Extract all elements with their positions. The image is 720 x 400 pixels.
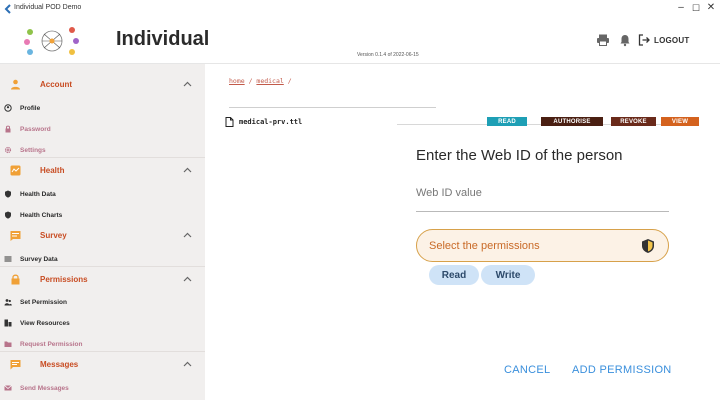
sidebar-item-password[interactable]: Password <box>0 121 205 137</box>
logout-label: LOGOUT <box>654 35 690 45</box>
lock-icon <box>11 274 20 284</box>
sidebar-section-survey[interactable]: Survey <box>0 224 205 246</box>
file-row[interactable]: medical-prv.ttl <box>225 117 302 127</box>
sidebar-item-health-charts[interactable]: Health Charts <box>0 207 205 223</box>
file-name: medical-prv.ttl <box>239 118 303 126</box>
sidebar-item-send-messages[interactable]: Send Messages <box>0 380 205 396</box>
mail-icon <box>4 385 12 391</box>
sidebar-section-label: Survey <box>40 230 67 240</box>
permissions-select[interactable]: Select the permissions <box>416 229 669 262</box>
sidebar-item-label: Password <box>20 125 51 133</box>
revoke-button[interactable]: REVOKE <box>611 117 656 126</box>
sidebar-section-health[interactable]: Health <box>0 159 205 181</box>
dialog-title: Enter the Web ID of the person <box>416 147 623 164</box>
read-permission-chip[interactable]: Read <box>429 265 479 285</box>
sidebar-divider <box>0 351 205 352</box>
bell-icon[interactable] <box>618 33 632 47</box>
logout-button[interactable]: LOGOUT <box>638 34 689 46</box>
sidebar-item-label: Set Permission <box>20 298 67 306</box>
sidebar-item-label: View Resources <box>20 319 70 327</box>
sidebar-item-label: Profile <box>20 104 41 112</box>
add-permission-button[interactable]: ADD PERMISSION <box>572 364 672 376</box>
shield-icon <box>5 190 11 198</box>
profile-icon <box>4 104 12 112</box>
app-name: Individual <box>116 28 210 50</box>
sidebar-section-label: Health <box>40 165 65 175</box>
cancel-button[interactable]: CANCEL <box>504 364 550 376</box>
sidebar-section-label: Account <box>40 79 72 89</box>
shield-icon <box>642 239 654 253</box>
sidebar-item-survey-data[interactable]: Survey Data <box>0 251 205 267</box>
breadcrumb-separator: / <box>283 77 292 85</box>
window-title: Individual POD Demo <box>14 4 82 11</box>
sidebar: Account Profile Password Settings Health… <box>0 64 205 400</box>
sidebar-item-label: Request Permission <box>20 340 83 348</box>
logout-icon <box>638 34 650 46</box>
read-button[interactable]: READ <box>487 117 527 126</box>
resources-icon <box>4 319 12 327</box>
app-back-icon <box>4 4 11 14</box>
gear-icon <box>4 146 12 154</box>
breadcrumb-divider <box>229 107 436 108</box>
chevron-up-icon[interactable] <box>183 81 192 87</box>
sidebar-item-settings[interactable]: Settings <box>0 142 205 158</box>
folder-icon <box>4 341 12 347</box>
print-icon[interactable] <box>596 33 610 47</box>
breadcrumb-medical-link[interactable]: medical <box>256 77 283 85</box>
sidebar-item-view-resources[interactable]: View Resources <box>0 315 205 331</box>
chevron-up-icon[interactable] <box>183 361 192 367</box>
close-button[interactable]: ✕ <box>704 3 718 13</box>
chevron-up-icon[interactable] <box>183 276 192 282</box>
maximize-button[interactable]: ☐ <box>689 3 703 13</box>
window-titlebar: Individual POD Demo – ☐ ✕ <box>0 0 720 18</box>
sidebar-item-label: Settings <box>20 146 46 154</box>
sidebar-item-label: Survey Data <box>20 255 58 263</box>
webid-underline <box>416 211 669 212</box>
webid-input[interactable]: Web ID value <box>416 187 482 199</box>
breadcrumb-home-link[interactable]: home <box>229 77 245 85</box>
lock-icon <box>5 125 11 133</box>
sidebar-item-label: Health Charts <box>20 211 63 219</box>
sidebar-section-permissions[interactable]: Permissions <box>0 268 205 290</box>
chevron-up-icon[interactable] <box>183 232 192 238</box>
sidebar-item-set-permission[interactable]: Set Permission <box>0 294 205 310</box>
list-icon <box>4 256 12 262</box>
authorise-button[interactable]: AUTHORISE <box>541 117 603 126</box>
file-icon <box>225 117 234 127</box>
sidebar-item-request-permission[interactable]: Request Permission <box>0 336 205 352</box>
sidebar-item-label: Send Messages <box>20 384 69 392</box>
sidebar-item-label: Health Data <box>20 190 56 198</box>
sidebar-item-profile[interactable]: Profile <box>0 100 205 116</box>
app-logo <box>24 27 79 55</box>
version-label: Version 0.1.4 of 2022-06-15 <box>357 52 419 58</box>
permissions-select-label: Select the permissions <box>429 239 540 252</box>
person-icon <box>11 79 20 89</box>
health-icon <box>10 165 21 175</box>
sidebar-section-label: Permissions <box>40 274 88 284</box>
main-content: home / medical / medical-prv.ttl READ AU… <box>205 64 720 400</box>
sidebar-divider <box>0 157 205 158</box>
survey-icon <box>10 230 21 241</box>
breadcrumb: home / medical / <box>229 77 292 85</box>
breadcrumb-separator: / <box>244 77 257 85</box>
sidebar-section-account[interactable]: Account <box>0 73 205 95</box>
sidebar-divider <box>0 266 205 267</box>
shield-icon <box>5 211 11 219</box>
sidebar-section-label: Messages <box>40 359 79 369</box>
sidebar-section-messages[interactable]: Messages <box>0 353 205 375</box>
users-icon <box>4 299 12 306</box>
app-header: Individual Version 0.1.4 of 2022-06-15 L… <box>0 18 720 64</box>
message-icon <box>10 359 21 369</box>
view-button[interactable]: VIEW <box>661 117 699 126</box>
sidebar-item-health-data[interactable]: Health Data <box>0 186 205 202</box>
write-permission-chip[interactable]: Write <box>481 265 535 285</box>
chevron-up-icon[interactable] <box>183 167 192 173</box>
minimize-button[interactable]: – <box>674 3 688 13</box>
